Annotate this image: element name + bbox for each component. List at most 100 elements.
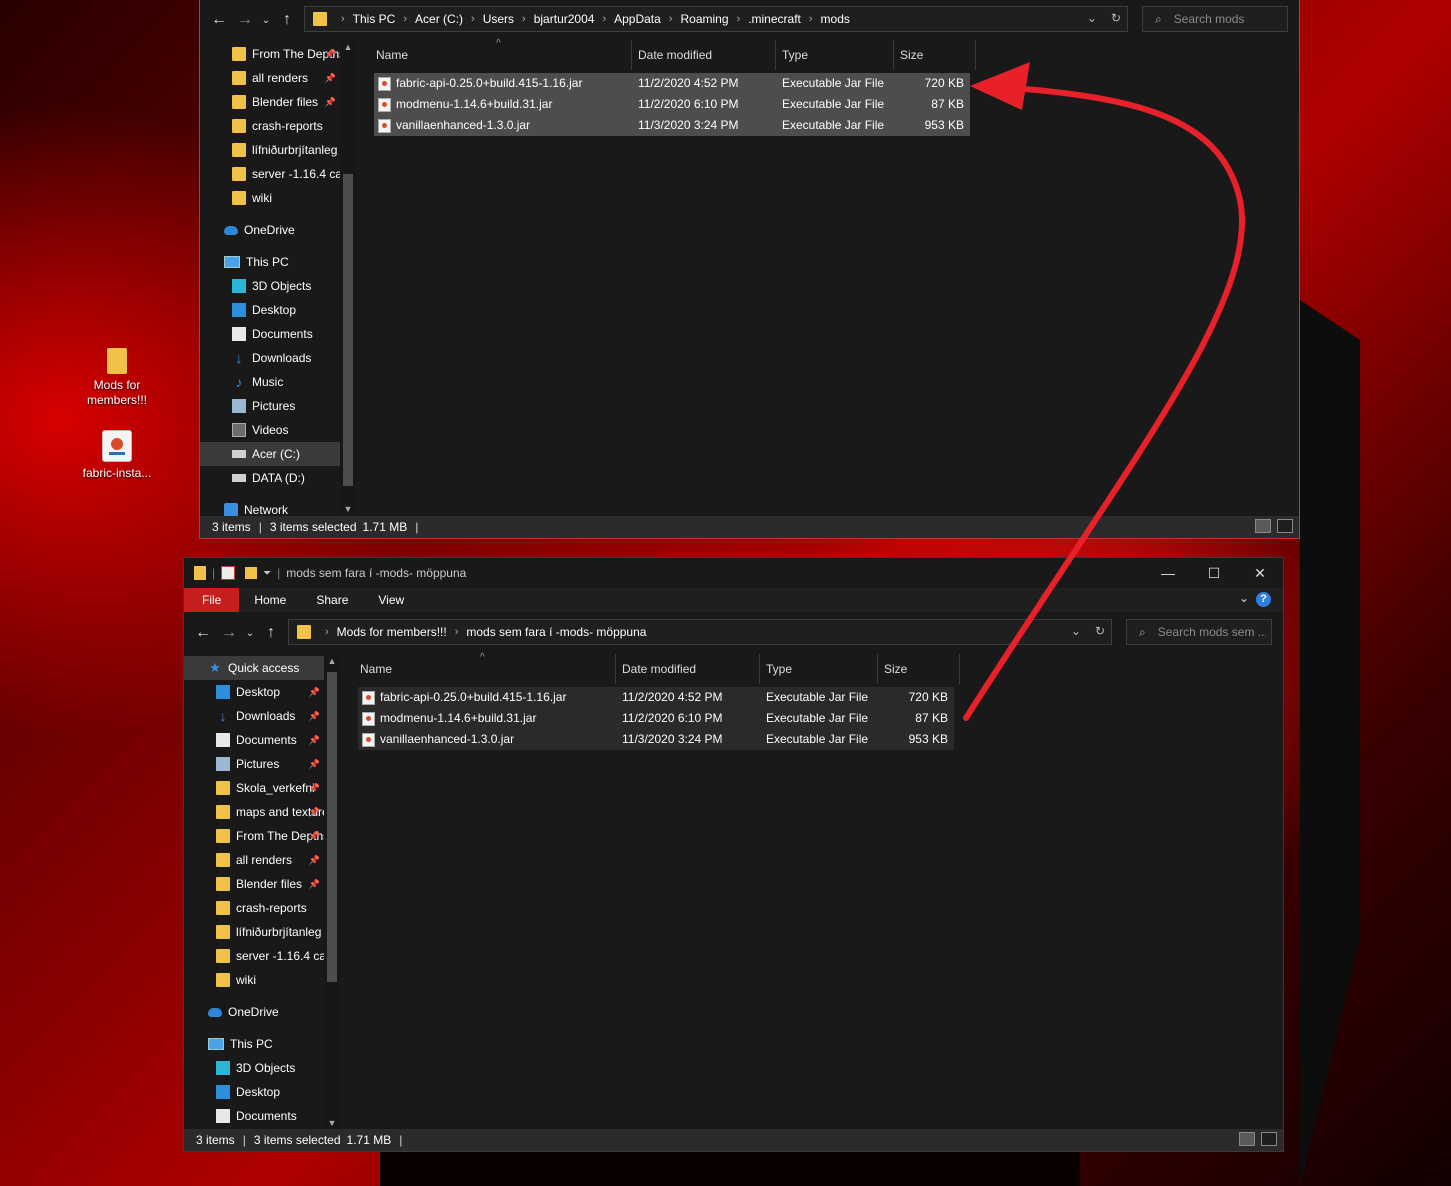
sidebar-item-from-the-depths[interactable]: From The Depths 📌 — [184, 824, 324, 848]
sidebar-item-blender-files[interactable]: Blender files 📌 — [184, 872, 324, 896]
column-header-name[interactable]: Name ^ — [370, 38, 632, 70]
tab-home[interactable]: Home — [239, 588, 301, 612]
address-dropdown-chevron-icon[interactable]: ⌄ — [1071, 624, 1081, 638]
tab-share[interactable]: Share — [301, 588, 363, 612]
back-button[interactable]: ← — [190, 624, 216, 642]
scrollbar-thumb[interactable] — [327, 672, 337, 982]
table-row[interactable]: modmenu-1.14.6+build.31.jar 11/2/2020 6:1… — [374, 94, 970, 115]
sidebar-item-wiki[interactable]: wiki — [200, 186, 340, 210]
customize-toolbar-chevron-icon[interactable]: ⏷ — [263, 568, 271, 579]
column-header-date[interactable]: Date modified — [632, 40, 776, 70]
close-button[interactable]: ✕ — [1237, 558, 1283, 588]
breadcrumb-users[interactable]: Users — [483, 12, 514, 26]
column-header-size[interactable]: Size — [894, 40, 976, 70]
minimize-button[interactable]: — — [1145, 558, 1191, 588]
scroll-down-icon[interactable]: ▼ — [340, 504, 356, 514]
scrollbar-thumb[interactable] — [343, 174, 353, 486]
refresh-icon[interactable]: ↻ — [1095, 624, 1105, 638]
column-header-name[interactable]: Name ^ — [354, 652, 616, 684]
desktop-icon-mods-folder[interactable]: Mods for members!!! — [77, 348, 157, 408]
recent-locations-chevron-icon[interactable]: ⌄ — [258, 15, 274, 26]
sidebar-item-data-d[interactable]: DATA (D:) — [200, 466, 340, 490]
breadcrumb-user[interactable]: bjartur2004 — [534, 12, 595, 26]
sidebar-item-downloads[interactable]: ↓ Downloads — [200, 346, 340, 370]
breadcrumb-minecraft[interactable]: .minecraft — [748, 12, 801, 26]
large-icons-view-icon[interactable] — [1261, 1132, 1277, 1146]
scroll-up-icon[interactable]: ▲ — [340, 42, 356, 52]
sidebar-item-onedrive[interactable]: OneDrive — [200, 218, 340, 242]
sidebar-item-3d-objects[interactable]: 3D Objects — [200, 274, 340, 298]
navigation-scrollbar[interactable]: ▲ ▼ — [324, 654, 340, 1130]
search-input[interactable] — [1155, 624, 1268, 640]
sidebar-item-3d-objects[interactable]: 3D Objects — [184, 1056, 324, 1080]
sidebar-item-blender-files[interactable]: Blender files 📌 — [200, 90, 340, 114]
sidebar-item-onedrive[interactable]: OneDrive — [184, 1000, 324, 1024]
properties-quick-icon[interactable] — [221, 566, 236, 580]
refresh-icon[interactable]: ↻ — [1111, 11, 1121, 25]
breadcrumb-this-pc[interactable]: This PC — [353, 12, 396, 26]
breadcrumb-acer-c[interactable]: Acer (C:) — [415, 12, 463, 26]
help-button[interactable]: ? — [1256, 592, 1271, 607]
scroll-up-icon[interactable]: ▲ — [324, 656, 340, 666]
column-header-type[interactable]: Type — [776, 40, 894, 70]
sidebar-item-this-pc[interactable]: This PC — [184, 1032, 324, 1056]
maximize-button[interactable]: ☐ — [1191, 558, 1237, 588]
sidebar-item-l-fni-urbrj-tanleg[interactable]: lífniðurbrjítanleg — [184, 920, 324, 944]
desktop-icon-fabric-installer[interactable]: fabric-insta... — [77, 430, 157, 481]
sidebar-item-l-fni-urbrj-tanleg[interactable]: lífniðurbrjítanleg — [200, 138, 340, 162]
sidebar-item-documents[interactable]: Documents — [184, 1104, 324, 1128]
sidebar-item-crash-reports[interactable]: crash-reports — [200, 114, 340, 138]
scroll-down-icon[interactable]: ▼ — [324, 1118, 340, 1128]
table-row[interactable]: vanillaenhanced-1.3.0.jar 11/3/2020 3:24 … — [374, 115, 970, 136]
sidebar-item-pictures[interactable]: Pictures — [200, 394, 340, 418]
large-icons-view-icon[interactable] — [1277, 519, 1293, 533]
table-row[interactable]: modmenu-1.14.6+build.31.jar 11/2/2020 6:1… — [358, 708, 954, 729]
breadcrumb-appdata[interactable]: AppData — [614, 12, 661, 26]
sidebar-item-documents[interactable]: Documents 📌 — [184, 728, 324, 752]
sidebar-item-crash-reports[interactable]: crash-reports — [184, 896, 324, 920]
sidebar-item-this-pc[interactable]: This PC — [200, 250, 340, 274]
sidebar-item-skola-verkefni[interactable]: Skola_verkefni 📌 — [184, 776, 324, 800]
sidebar-item-downloads[interactable]: ↓ Downloads 📌 — [184, 704, 324, 728]
sidebar-item-pictures[interactable]: Pictures 📌 — [184, 752, 324, 776]
breadcrumb-roaming[interactable]: Roaming — [680, 12, 728, 26]
up-button[interactable]: ↑ — [258, 624, 284, 642]
sidebar-item-desktop[interactable]: Desktop — [200, 298, 340, 322]
column-header-type[interactable]: Type — [760, 654, 878, 684]
up-button[interactable]: ↑ — [274, 11, 300, 29]
forward-button[interactable]: → — [216, 624, 242, 642]
table-row[interactable]: vanillaenhanced-1.3.0.jar 11/3/2020 3:24 … — [358, 729, 954, 750]
column-header-size[interactable]: Size — [878, 654, 960, 684]
expand-ribbon-chevron-icon[interactable]: ⌄ — [1239, 591, 1249, 605]
forward-button[interactable]: → — [232, 11, 258, 29]
search-input[interactable] — [1171, 11, 1276, 27]
address-bar[interactable]: › Mods for members!!! › mods sem fara í … — [288, 619, 1112, 645]
table-row[interactable]: fabric-api-0.25.0+build.415-1.16.jar 11/2… — [358, 687, 954, 708]
details-view-icon[interactable] — [1239, 1132, 1255, 1146]
sidebar-item-acer-c[interactable]: Acer (C:) — [200, 442, 340, 466]
sidebar-item-quick-access[interactable]: ★ Quick access — [184, 656, 324, 680]
sidebar-item-all-renders[interactable]: all renders 📌 — [184, 848, 324, 872]
breadcrumb-mods-for-members[interactable]: Mods for members!!! — [337, 625, 447, 639]
recent-locations-chevron-icon[interactable]: ⌄ — [242, 628, 258, 639]
breadcrumb-mods[interactable]: mods — [821, 12, 850, 26]
sidebar-item-server-1-16-4-ca[interactable]: server -1.16.4 ca — [184, 944, 324, 968]
sidebar-item-desktop[interactable]: Desktop 📌 — [184, 680, 324, 704]
sidebar-item-network[interactable]: Network — [200, 498, 340, 516]
sidebar-item-from-the-depths[interactable]: From The Depths 📌 — [200, 42, 340, 66]
sidebar-item-music[interactable]: ♪ Music — [200, 370, 340, 394]
sidebar-item-all-renders[interactable]: all renders 📌 — [200, 66, 340, 90]
sidebar-item-maps-and-textures[interactable]: maps and textures📌 — [184, 800, 324, 824]
table-row[interactable]: fabric-api-0.25.0+build.415-1.16.jar 11/2… — [374, 73, 970, 94]
search-box[interactable]: ⌕ — [1142, 6, 1288, 32]
sidebar-item-documents[interactable]: Documents — [200, 322, 340, 346]
address-bar[interactable]: › This PC › Acer (C:) › Users › bjartur2… — [304, 6, 1128, 32]
tab-view[interactable]: View — [363, 588, 419, 612]
sidebar-item-server-1-16-4-ca[interactable]: server -1.16.4 ca — [200, 162, 340, 186]
navigation-scrollbar[interactable]: ▲ ▼ — [340, 40, 356, 516]
breadcrumb-current-folder[interactable]: mods sem fara í -mods- möppuna — [466, 625, 646, 639]
sidebar-item-wiki[interactable]: wiki — [184, 968, 324, 992]
tab-file[interactable]: File — [184, 588, 240, 612]
new-folder-quick-icon[interactable] — [245, 567, 258, 579]
details-view-icon[interactable] — [1255, 519, 1271, 533]
